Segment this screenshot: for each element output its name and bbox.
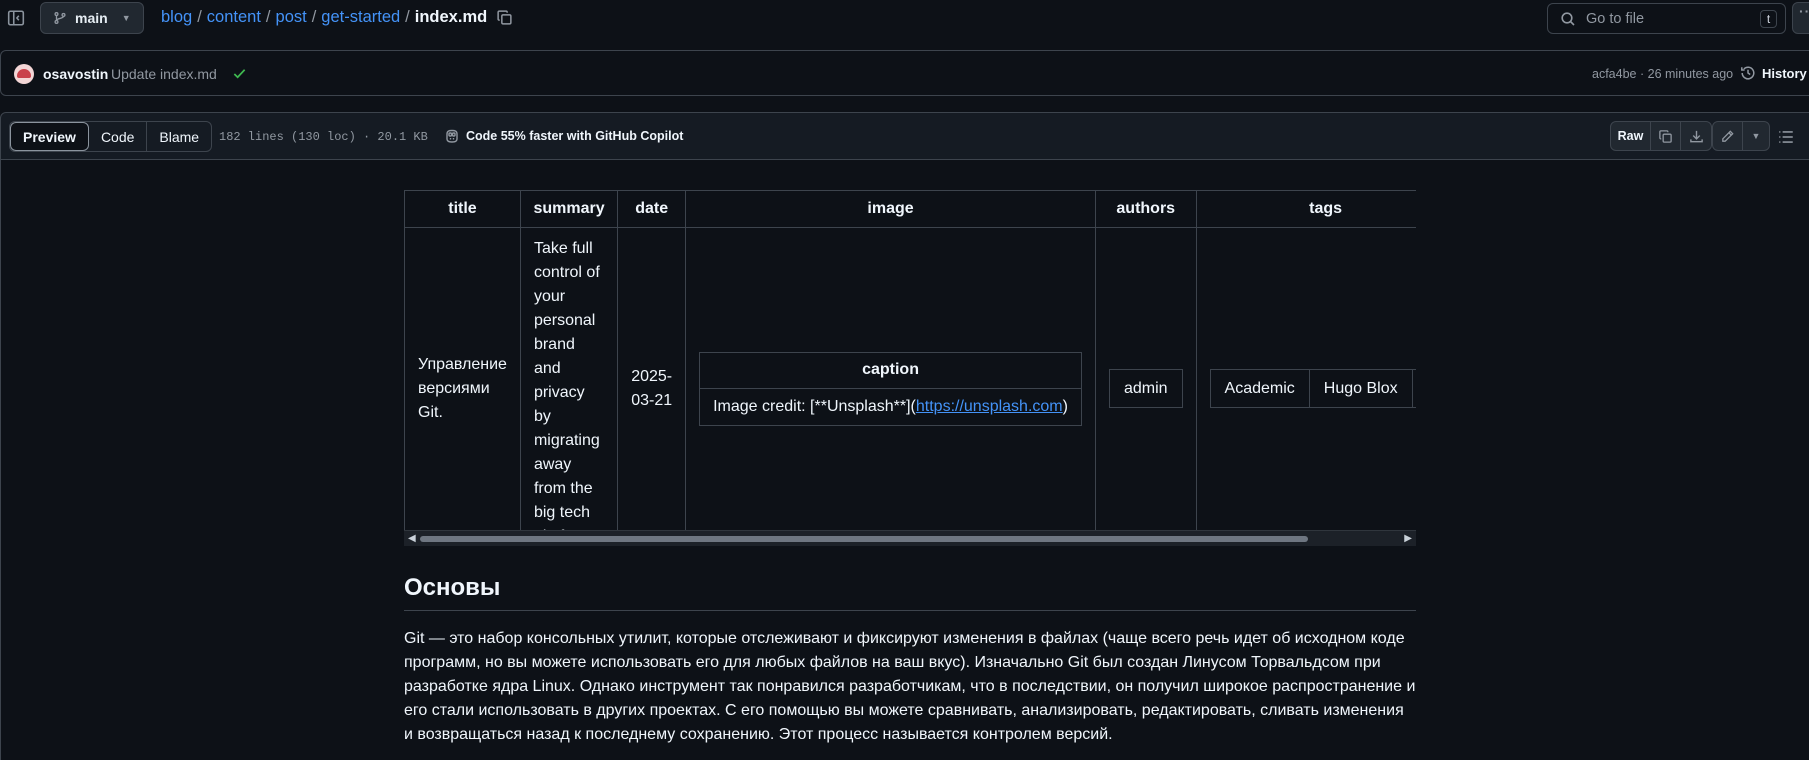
file-preview-area: title summary date image authors tags Уп… [0, 159, 1809, 760]
commit-hash-link[interactable]: acfa4be [1592, 67, 1636, 81]
frontmatter-table: title summary date image authors tags Уп… [404, 190, 1416, 546]
body-paragraph: Git — это набор консольных утилит, котор… [404, 630, 1416, 743]
tag-item-clipped [1411, 369, 1416, 408]
branch-name: main [75, 10, 108, 26]
image-nested-table: caption Image credit: [**Unsplash**](htt… [699, 351, 1082, 426]
tab-preview[interactable]: Preview [10, 122, 89, 151]
frontmatter-table-container[interactable]: title summary date image authors tags Уп… [404, 190, 1416, 546]
column-header-summary: summary [519, 190, 619, 228]
edit-actions-group: ▼ [1712, 121, 1770, 151]
file-header: Preview Code Blame 182 lines (130 loc) ·… [0, 112, 1809, 160]
git-branch-icon [53, 11, 67, 25]
history-label: History [1762, 65, 1807, 81]
scroll-left-arrow-icon[interactable]: ◀ [408, 533, 416, 544]
breadcrumb: blog / content / post / get-started / in… [161, 8, 487, 27]
tags-nested-table: Academic Hugo Blox [1209, 369, 1416, 408]
chevron-down-icon: ▼ [121, 13, 131, 23]
caption-prefix: Image credit: [**Unsplash**]( [713, 397, 916, 415]
column-header-title: title [404, 190, 521, 228]
go-to-file-placeholder: Go to file [1586, 10, 1645, 27]
copy-raw-icon[interactable] [1651, 122, 1681, 150]
history-icon [1740, 65, 1756, 81]
cell-date: 2025-03-21 [617, 227, 687, 546]
cell-title: Управление версиями Git. [404, 227, 521, 546]
search-icon [1560, 11, 1576, 27]
breadcrumb-link-get-started[interactable]: get-started [321, 8, 400, 27]
tag-item: Academic [1209, 369, 1310, 408]
raw-actions-group: Raw [1610, 121, 1712, 151]
scrollbar-thumb[interactable] [420, 536, 1308, 542]
commit-meta: acfa4be · 26 minutes ago [1592, 67, 1733, 81]
caption-suffix: ) [1062, 397, 1068, 415]
avatar[interactable] [14, 64, 34, 84]
copilot-promo-text: Code 55% faster with GitHub Copilot [466, 129, 684, 143]
copilot-icon [444, 128, 460, 144]
go-to-file-input[interactable]: Go to file t [1547, 3, 1786, 34]
breadcrumb-separator: / [265, 8, 271, 26]
cell-image: caption Image credit: [**Unsplash**](htt… [685, 227, 1096, 546]
author-item: admin [1108, 369, 1183, 408]
meta-separator: · [1639, 67, 1645, 81]
view-mode-switch: Preview Code Blame [9, 121, 213, 152]
file-navigation-bar: main ▼ blog / content / post / get-start… [0, 0, 1809, 38]
nested-header-caption: caption [699, 351, 1082, 389]
column-header-tags: tags [1195, 190, 1416, 228]
breadcrumb-separator: / [197, 8, 202, 26]
breadcrumb-separator: / [405, 8, 410, 26]
branch-selector-button[interactable]: main ▼ [40, 2, 144, 34]
column-header-image: image [685, 190, 1096, 228]
scroll-right-arrow-icon[interactable]: ▶ [1404, 533, 1412, 544]
table-header-row: title summary date image authors tags [404, 190, 1416, 228]
sidebar-toggle-icon[interactable] [7, 9, 25, 27]
pencil-icon[interactable] [1713, 122, 1743, 150]
download-icon[interactable] [1681, 122, 1711, 150]
breadcrumb-current-file: index.md [414, 8, 488, 26]
column-header-date: date [617, 190, 687, 228]
breadcrumb-link-content[interactable]: content [207, 8, 261, 27]
tag-item: Hugo Blox [1308, 369, 1413, 408]
breadcrumb-separator: / [311, 8, 317, 26]
commit-author-link[interactable]: osavostin [43, 66, 108, 82]
cell-summary: Take full control of your personal brand… [519, 227, 619, 546]
tab-blame[interactable]: Blame [147, 122, 211, 151]
copilot-promo-link[interactable]: Code 55% faster with GitHub Copilot [444, 128, 683, 144]
markdown-body: title summary date image authors tags Уп… [404, 190, 1416, 747]
history-button[interactable]: History [1740, 65, 1807, 81]
cell-authors: admin [1094, 227, 1197, 546]
list-icon[interactable] [1777, 128, 1795, 146]
file-stats: 182 lines (130 loc) · 20.1 KB [219, 130, 428, 144]
section-heading: Основы [404, 574, 1416, 611]
latest-commit-bar: osavostin Update index.md acfa4be · 26 m… [0, 50, 1809, 96]
horizontal-scrollbar[interactable]: ◀ ▶ [404, 530, 1416, 546]
more-options-button[interactable]: ··· [1792, 2, 1809, 34]
column-header-authors: authors [1094, 190, 1197, 228]
breadcrumb-link-blog[interactable]: blog [161, 8, 192, 27]
raw-button[interactable]: Raw [1611, 122, 1651, 150]
unsplash-link[interactable]: https://unsplash.com [916, 398, 1063, 415]
nested-cell-caption: Image credit: [**Unsplash**](https://uns… [699, 387, 1082, 426]
authors-nested-table: admin [1108, 369, 1183, 408]
commit-time: 26 minutes ago [1647, 67, 1734, 81]
copy-icon[interactable] [496, 9, 514, 27]
cell-tags: Academic Hugo Blox [1195, 227, 1416, 546]
breadcrumb-link-post[interactable]: post [276, 8, 307, 27]
table-row: Управление версиями Git. Take full contr… [404, 227, 1416, 546]
commit-message-link[interactable]: Update index.md [111, 66, 217, 82]
check-icon[interactable] [232, 66, 247, 81]
tab-code[interactable]: Code [89, 122, 148, 151]
keyboard-shortcut-hint: t [1760, 10, 1777, 28]
chevron-down-icon[interactable]: ▼ [1743, 122, 1769, 150]
